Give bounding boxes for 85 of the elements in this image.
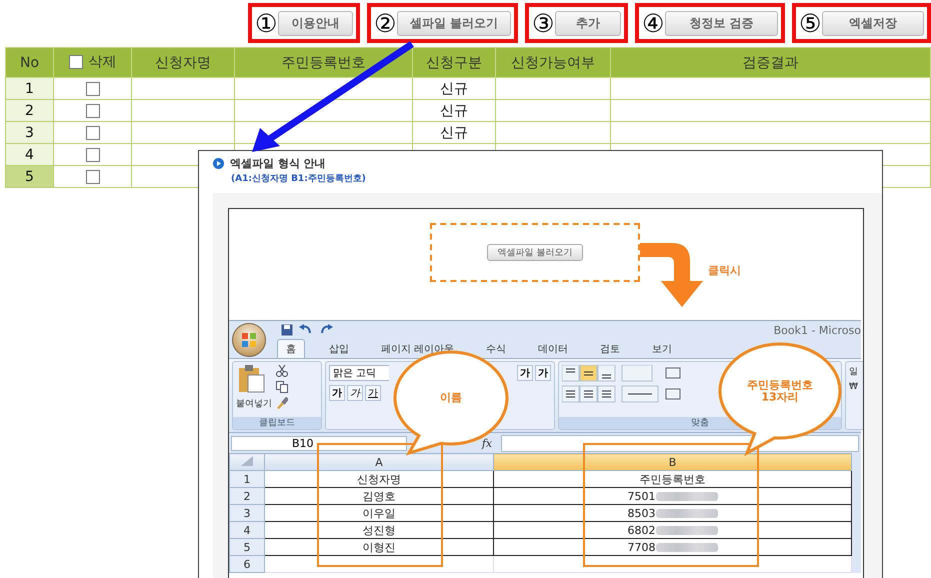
grid-cell: 이형진: [264, 538, 494, 556]
row-header[interactable]: 1: [230, 470, 264, 488]
font-field[interactable]: 맑은 고딕: [329, 365, 389, 381]
step-number: ①: [255, 10, 277, 36]
ribbon-tab[interactable]: 검토: [592, 340, 628, 358]
ribbon-tab[interactable]: 보기: [644, 340, 680, 358]
grid-cell: 7708: [628, 540, 656, 554]
step-number: ③: [532, 10, 554, 36]
checkbox[interactable]: [86, 170, 100, 184]
row-number: 1: [6, 78, 54, 100]
checkbox[interactable]: [86, 126, 100, 140]
copy-icon[interactable]: [276, 381, 288, 393]
bubble-text: 주민등록번호 13자리: [747, 379, 813, 403]
brush-icon[interactable]: [276, 397, 288, 409]
alignment-icons[interactable]: [562, 365, 682, 405]
font-size-button[interactable]: 가: [517, 365, 533, 381]
office-button[interactable]: [232, 323, 266, 357]
row-header[interactable]: 4: [230, 522, 264, 538]
load-excel-button[interactable]: 엑셀파일 불러오기: [486, 244, 584, 261]
row-number: 5: [6, 166, 54, 188]
column-header: 주민등록번호: [234, 48, 412, 78]
paste-icon[interactable]: [236, 365, 266, 393]
ribbon-tab[interactable]: 수식: [478, 340, 514, 358]
paste-label[interactable]: 붙여넣기: [236, 397, 272, 410]
font-size-button[interactable]: 가: [535, 365, 551, 381]
number-format-field[interactable]: 일: [849, 365, 858, 378]
step-number: ⑤: [799, 10, 821, 36]
step-number: ②: [374, 10, 396, 36]
row-header[interactable]: 3: [230, 504, 264, 522]
checkbox[interactable]: [68, 54, 82, 68]
grid-cell: 6802: [628, 524, 656, 536]
popup-subtitle: (A1:신청자명 B1:주민등록번호): [230, 173, 367, 185]
grid-cell: 성진형: [264, 522, 494, 538]
squares-icon: [241, 332, 257, 348]
column-header[interactable]: B: [494, 454, 852, 470]
table-cell: 신규: [412, 100, 496, 122]
currency-button[interactable]: ₩: [849, 382, 858, 392]
format-button[interactable]: 가: [329, 385, 345, 401]
grid-cell: 이우일: [264, 504, 494, 522]
toolbar-button[interactable]: 이용안내: [278, 10, 353, 36]
column-header: 삭제: [88, 52, 116, 70]
ribbon-tab[interactable]: 홈: [277, 339, 305, 358]
row-header[interactable]: 2: [230, 488, 264, 504]
toolbar-button[interactable]: 셀파일 불러오기: [397, 10, 511, 36]
table-cell: 신규: [412, 78, 496, 100]
grid-cell: 김영호: [264, 488, 494, 504]
ribbon-tab[interactable]: 삽입: [321, 340, 357, 358]
toolbar-button[interactable]: 청정보 검증: [665, 10, 778, 36]
undo-icon[interactable]: [299, 324, 313, 336]
name-box[interactable]: B10: [231, 436, 407, 450]
column-header: 신청가능여부: [496, 48, 610, 78]
group-label: 클립보드: [233, 417, 321, 429]
row-number: 2: [6, 100, 54, 122]
toolbar-button[interactable]: 엑셀저장: [822, 10, 924, 36]
click-note: 클릭시: [708, 263, 741, 278]
row-number: 3: [6, 122, 54, 144]
redo-icon[interactable]: [319, 324, 333, 336]
scissors-icon[interactable]: [276, 365, 288, 377]
row-number: 4: [6, 144, 54, 166]
grid-cell: 신청자명: [264, 470, 494, 488]
save-icon[interactable]: [281, 324, 293, 336]
column-header[interactable]: A: [264, 454, 494, 470]
function-button[interactable]: fx: [477, 436, 497, 450]
grid-cell: 주민등록번호: [640, 472, 706, 486]
table-cell: 신규: [412, 122, 496, 144]
format-button[interactable]: 가: [347, 385, 363, 401]
checkbox[interactable]: [86, 148, 100, 162]
popup-title: 엑셀파일 형식 안내: [230, 156, 326, 171]
bubble-text: 이름: [440, 392, 462, 404]
checkbox[interactable]: [86, 104, 100, 118]
column-header: No: [6, 48, 54, 78]
row-header[interactable]: 5: [230, 538, 264, 556]
format-button[interactable]: 가: [365, 385, 381, 401]
checkbox[interactable]: [86, 82, 100, 96]
grid-cell: 8503: [628, 506, 656, 520]
ribbon-tab[interactable]: 데이터: [530, 340, 576, 358]
row-header[interactable]: 6: [230, 556, 264, 572]
toolbar-button[interactable]: 추가: [555, 10, 621, 36]
column-header: 신청구분: [412, 48, 496, 78]
column-header: 신청자명: [132, 48, 234, 78]
window-title: Book1 - Microso: [774, 324, 861, 336]
play-icon: [213, 158, 224, 169]
column-header: 검증결과: [610, 48, 930, 78]
step-number: ④: [642, 10, 664, 36]
grid-cell: 7501: [628, 490, 656, 502]
